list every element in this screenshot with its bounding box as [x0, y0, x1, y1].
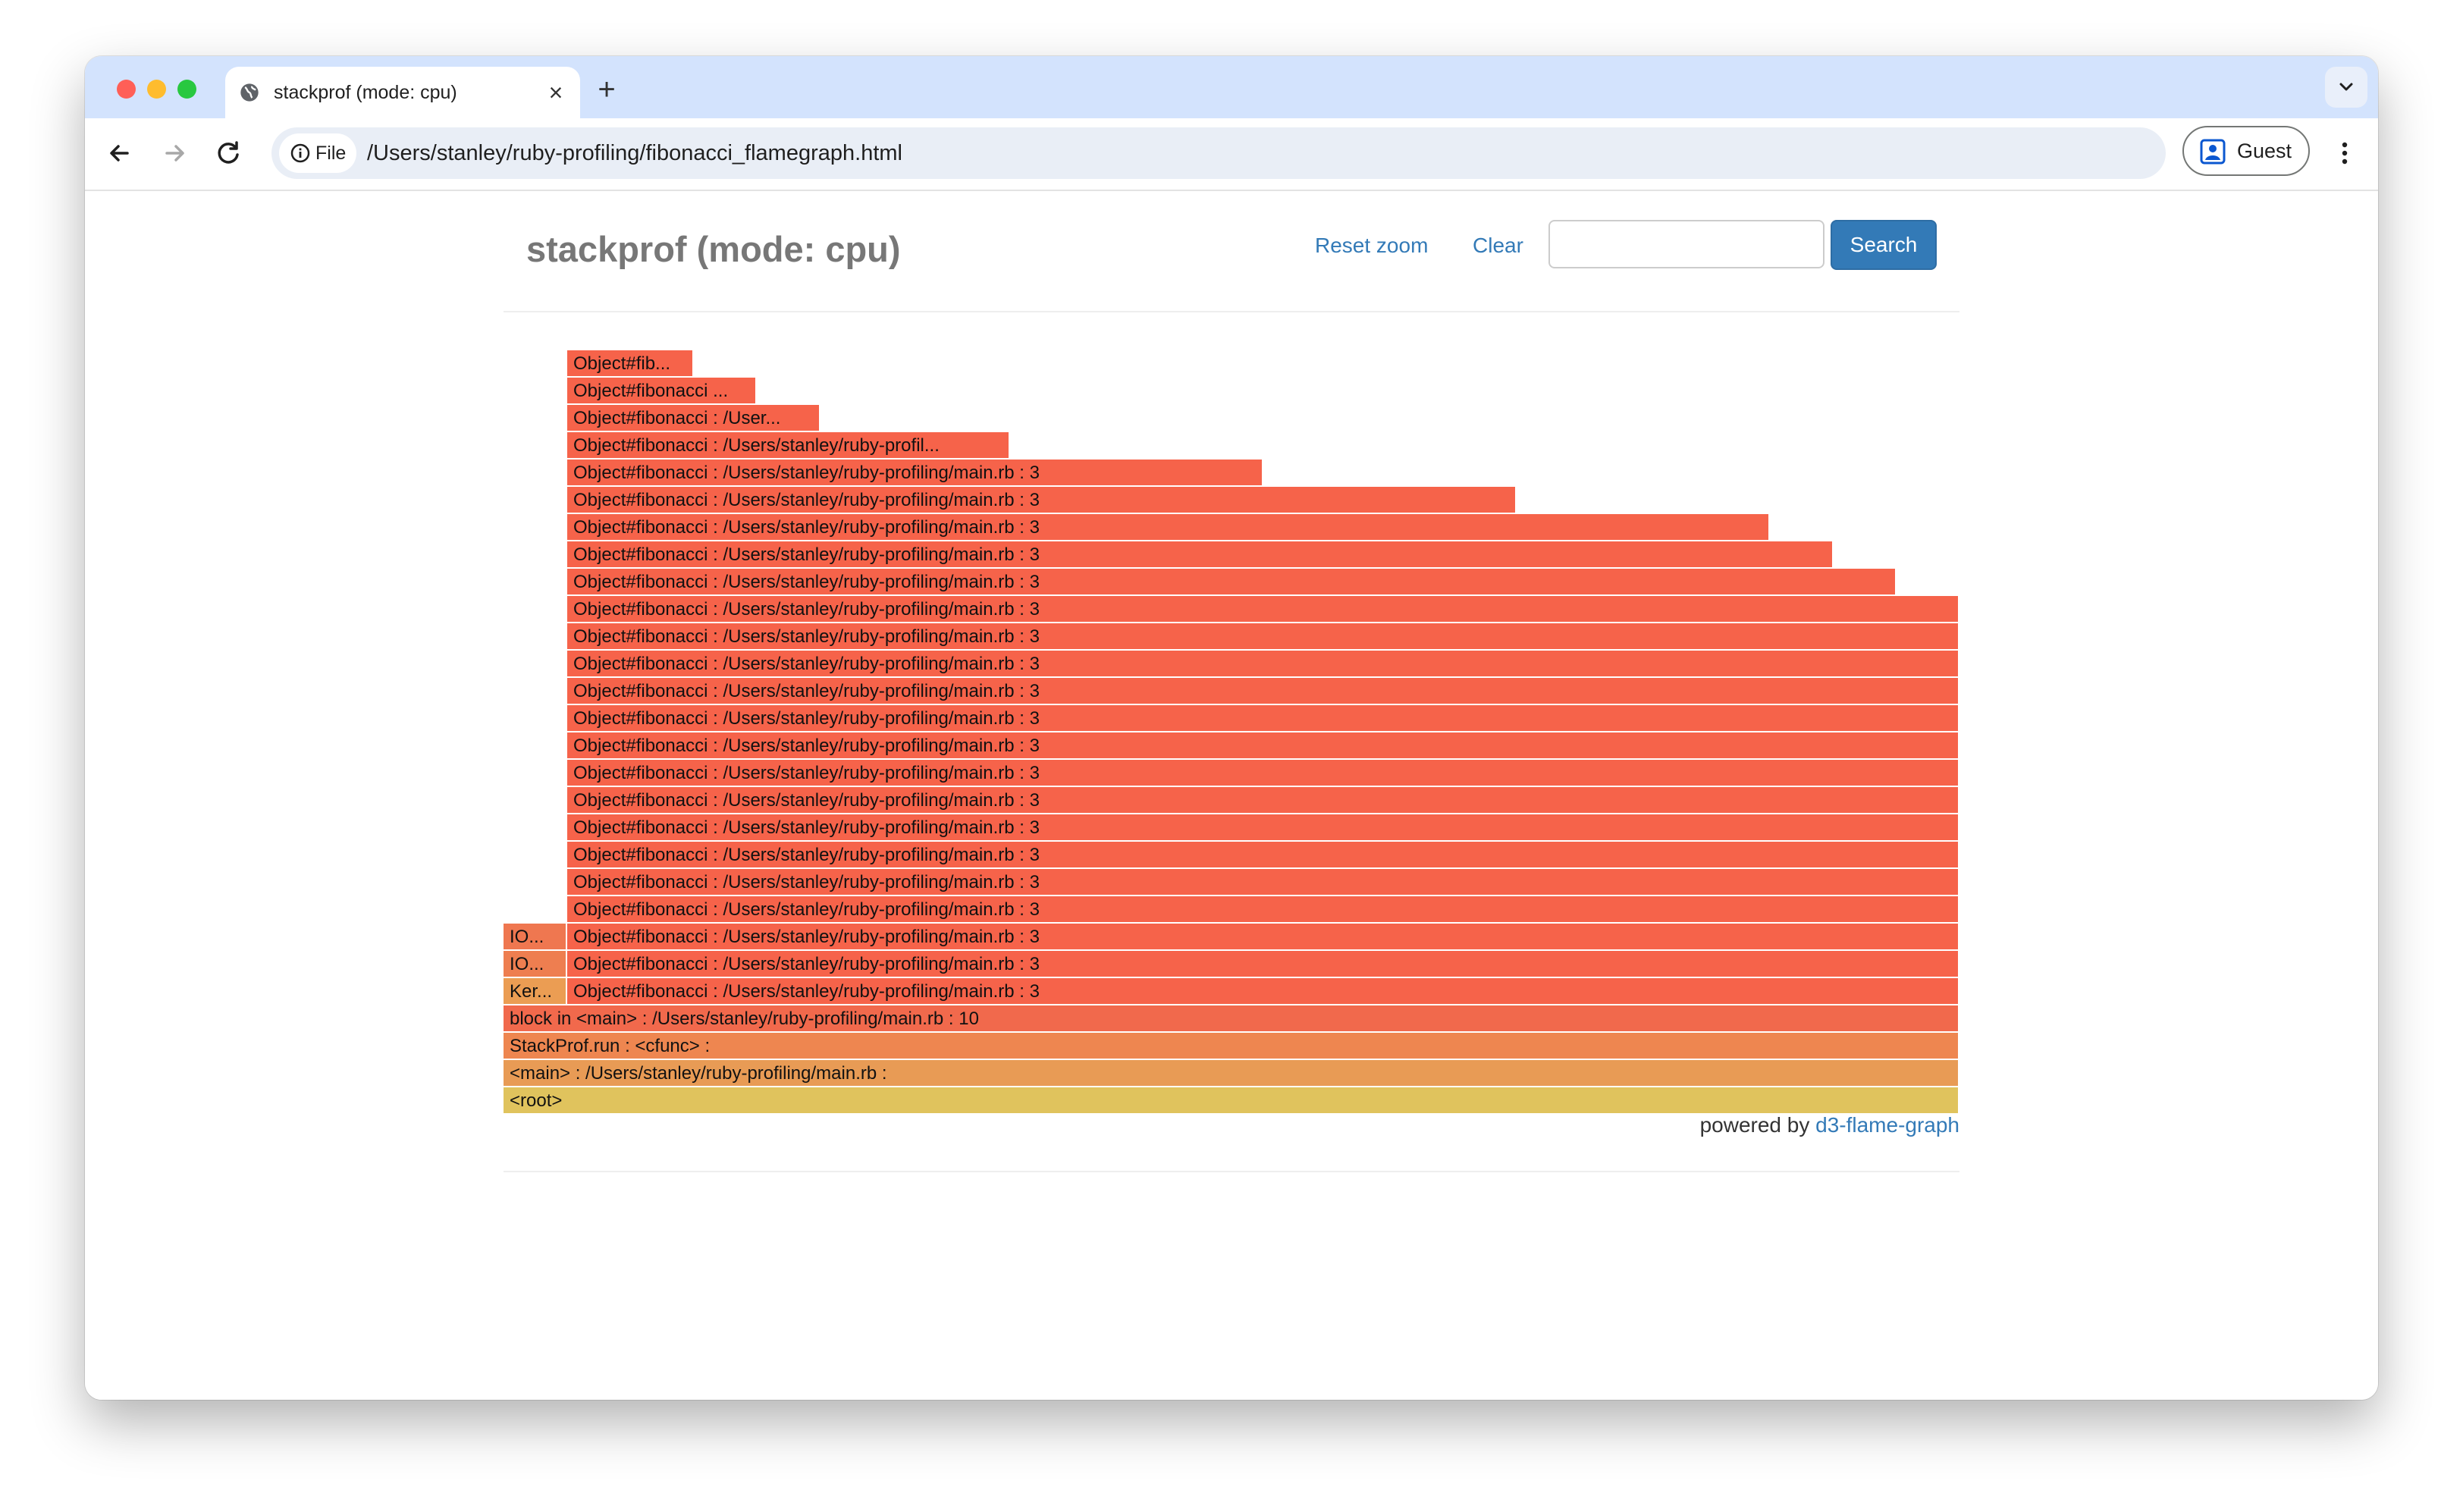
flame-frame-label: Object#fibonacci : /Users/stanley/ruby-p…: [573, 790, 1040, 811]
browser-window: stackprof (mode: cpu) × + File /Users/st…: [85, 56, 2378, 1400]
flame-frame-label: Object#fibonacci : /Users/stanley/ruby-p…: [573, 490, 1040, 510]
flame-frame-label: Object#fibonacci : /Users/stanley/ruby-p…: [573, 599, 1040, 620]
flame-frame[interactable]: StackProf.run : <cfunc> :: [504, 1033, 1959, 1059]
minimize-window-button[interactable]: [147, 80, 166, 99]
flame-frame[interactable]: Object#fibonacci : /Users/stanley/ruby-p…: [567, 623, 1959, 649]
flame-frame-label: Object#fibonacci : /Users/stanley/ruby-p…: [573, 872, 1040, 892]
flame-frame[interactable]: Ker...: [504, 978, 567, 1004]
flame-frame-label: Object#fib...: [573, 353, 671, 374]
flame-frame-label: Object#fibonacci : /Users/stanley/ruby-p…: [573, 981, 1040, 1002]
flame-frame[interactable]: Object#fibonacci : /Users/stanley/ruby-p…: [567, 569, 1897, 594]
powered-by-text: powered by: [1699, 1113, 1810, 1137]
flame-frame-label: Object#fibonacci : /Users/stanley/ruby-p…: [573, 463, 1040, 483]
flame-frame[interactable]: Object#fibonacci : /Users/stanley/ruby-p…: [567, 814, 1959, 840]
flame-frame[interactable]: Object#fibonacci : /Users/stanley/ruby-p…: [567, 705, 1959, 731]
zoom-window-button[interactable]: [177, 80, 196, 99]
tab-close-icon[interactable]: ×: [542, 79, 569, 106]
flame-frame-label: block in <main> : /Users/stanley/ruby-pr…: [510, 1009, 979, 1029]
flame-frame-label: Object#fibonacci : /Users/stanley/ruby-p…: [573, 899, 1040, 920]
flame-frame[interactable]: Object#fibonacci : /Users/stanley/ruby-p…: [567, 432, 1010, 458]
header-divider: [504, 311, 1959, 312]
info-icon: [290, 143, 310, 163]
flame-frame[interactable]: Object#fibonacci : /Users/stanley/ruby-p…: [567, 787, 1959, 813]
flame-frame-label: Object#fibonacci ...: [573, 381, 729, 401]
reload-icon[interactable]: [211, 135, 247, 171]
clear-button[interactable]: Clear: [1473, 234, 1523, 258]
flame-frame[interactable]: Object#fibonacci : /Users/stanley/ruby-p…: [567, 651, 1959, 676]
url-text[interactable]: /Users/stanley/ruby-profiling/fibonacci_…: [367, 141, 902, 165]
flame-frame[interactable]: Object#fibonacci : /Users/stanley/ruby-p…: [567, 951, 1959, 977]
flame-frame-label: Object#fibonacci : /Users/stanley/ruby-p…: [573, 708, 1040, 729]
address-bar[interactable]: File /Users/stanley/ruby-profiling/fibon…: [271, 127, 2166, 179]
flame-frame-label: Object#fibonacci : /Users/stanley/ruby-p…: [573, 572, 1040, 592]
flame-frame-label: <main> : /Users/stanley/ruby-profiling/m…: [510, 1063, 887, 1084]
flame-frame[interactable]: Object#fibonacci : /Users/stanley/ruby-p…: [567, 760, 1959, 786]
flame-frame[interactable]: Object#fibonacci : /Users/stanley/ruby-p…: [567, 978, 1959, 1004]
search-button[interactable]: Search: [1831, 220, 1937, 270]
profile-button[interactable]: Guest: [2182, 126, 2310, 176]
reset-zoom-button[interactable]: Reset zoom: [1315, 234, 1428, 258]
chevron-down-icon: [2339, 83, 2353, 91]
flame-frame[interactable]: Object#fibonacci : /Users/stanley/ruby-p…: [567, 541, 1834, 567]
forward-arrow-icon[interactable]: [156, 135, 193, 171]
tab-search-button[interactable]: [2325, 67, 2367, 108]
browser-toolbar: File /Users/stanley/ruby-profiling/fibon…: [85, 118, 2378, 191]
powered-by: powered by d3-flame-graph: [1700, 1113, 1959, 1137]
flame-frame[interactable]: Object#fibonacci : /Users/stanley/ruby-p…: [567, 896, 1959, 922]
flame-frame-label: Object#fibonacci : /Users/stanley/ruby-p…: [573, 954, 1040, 974]
flame-frame-label: Object#fibonacci : /Users/stanley/ruby-p…: [573, 736, 1040, 756]
page-title: stackprof (mode: cpu): [526, 229, 901, 269]
flame-frame-label: StackProf.run : <cfunc> :: [510, 1036, 711, 1056]
flame-frame[interactable]: block in <main> : /Users/stanley/ruby-pr…: [504, 1005, 1959, 1031]
flame-frame-label: Object#fibonacci : /Users/stanley/ruby-p…: [573, 681, 1040, 701]
flame-frame-label: Object#fibonacci : /Users/stanley/ruby-p…: [573, 435, 940, 456]
flame-frame[interactable]: <main> : /Users/stanley/ruby-profiling/m…: [504, 1060, 1959, 1086]
close-window-button[interactable]: [117, 80, 136, 99]
page-content: stackprof (mode: cpu) Reset zoom Clear S…: [85, 191, 2378, 1400]
tab-title: stackprof (mode: cpu): [274, 82, 457, 103]
site-info-chip[interactable]: File: [279, 133, 356, 173]
security-chip-label: File: [315, 143, 347, 164]
tab-active[interactable]: stackprof (mode: cpu) ×: [225, 67, 580, 118]
flame-frame[interactable]: Object#fibonacci : /Users/stanley/ruby-p…: [567, 732, 1959, 758]
flame-frame-label: Ker...: [510, 981, 553, 1002]
flame-frame[interactable]: Object#fibonacci : /Users/stanley/ruby-p…: [567, 869, 1959, 895]
flame-frame[interactable]: Object#fibonacci : /Users/stanley/ruby-p…: [567, 842, 1959, 867]
flame-frame-label: IO...: [510, 954, 544, 974]
flame-frame[interactable]: Object#fibonacci : /User...: [567, 405, 820, 431]
flame-frame[interactable]: Object#fibonacci ...: [567, 378, 757, 403]
d3-flame-graph-link[interactable]: d3-flame-graph: [1815, 1113, 1959, 1137]
flame-frame-label: Object#fibonacci : /Users/stanley/ruby-p…: [573, 654, 1040, 674]
flame-frame[interactable]: IO...: [504, 924, 567, 949]
flame-frame[interactable]: Object#fibonacci : /Users/stanley/ruby-p…: [567, 596, 1959, 622]
flame-frame-label: Object#fibonacci : /Users/stanley/ruby-p…: [573, 544, 1040, 565]
flame-frame[interactable]: Object#fibonacci : /Users/stanley/ruby-p…: [567, 514, 1770, 540]
flame-frame-label: IO...: [510, 927, 544, 947]
flame-frame-label: Object#fibonacci : /Users/stanley/ruby-p…: [573, 845, 1040, 865]
footer-divider: [504, 1171, 1959, 1172]
more-vertical-icon[interactable]: [2330, 135, 2360, 171]
globe-icon: [240, 83, 259, 102]
search-input[interactable]: [1548, 220, 1825, 268]
flame-frame-label: Object#fibonacci : /Users/stanley/ruby-p…: [573, 763, 1040, 783]
flame-frame-label: Object#fibonacci : /Users/stanley/ruby-p…: [573, 517, 1040, 538]
tab-strip: stackprof (mode: cpu) × +: [85, 56, 2378, 118]
new-tab-button[interactable]: +: [588, 71, 625, 108]
flame-frame[interactable]: Object#fibonacci : /Users/stanley/ruby-p…: [567, 678, 1959, 704]
profile-label: Guest: [2237, 140, 2292, 162]
back-arrow-icon[interactable]: [102, 135, 138, 171]
flame-frame[interactable]: Object#fib...: [567, 350, 694, 376]
flame-frame-label: <root>: [510, 1090, 563, 1111]
profile-icon: [2200, 139, 2226, 165]
flame-frame-label: Object#fibonacci : /Users/stanley/ruby-p…: [573, 927, 1040, 947]
flame-frame[interactable]: <root>: [504, 1087, 1959, 1113]
flame-graph: <root> <main> : /Users/stanley/ruby-profi…: [504, 341, 1959, 1115]
flame-frame-label: Object#fibonacci : /Users/stanley/ruby-p…: [573, 817, 1040, 838]
flame-frame[interactable]: Object#fibonacci : /Users/stanley/ruby-p…: [567, 460, 1263, 485]
flame-frame-label: Object#fibonacci : /Users/stanley/ruby-p…: [573, 626, 1040, 647]
flame-frame[interactable]: Object#fibonacci : /Users/stanley/ruby-p…: [567, 924, 1959, 949]
flame-frame-label: Object#fibonacci : /User...: [573, 408, 781, 428]
flame-frame[interactable]: Object#fibonacci : /Users/stanley/ruby-p…: [567, 487, 1517, 513]
flame-frame[interactable]: IO...: [504, 951, 567, 977]
